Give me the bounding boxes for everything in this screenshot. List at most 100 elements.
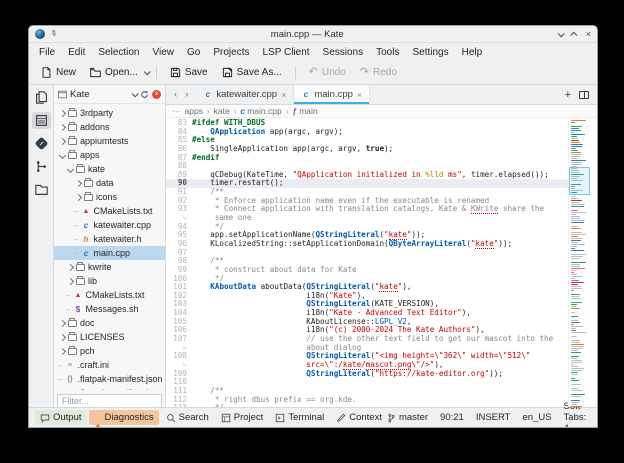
code-line[interactable]: 108 QStringLiteral("<img height=\"362\" … [166, 352, 568, 361]
statusbar-insert[interactable]: INSERT [476, 412, 511, 423]
menu-item-projects[interactable]: Projects [213, 47, 249, 58]
project-refresh-icon[interactable] [140, 90, 149, 99]
tab-close-icon[interactable]: × [357, 90, 362, 100]
tree-item-craft-ini[interactable]: – ≡ .craft.ini [54, 358, 165, 372]
menu-item-sessions[interactable]: Sessions [323, 47, 364, 58]
code-line[interactable]: ↪ same one [166, 214, 568, 223]
tab-forward-button[interactable]: › [185, 89, 188, 100]
chevron-right-icon[interactable] [66, 277, 75, 285]
code-line[interactable]: 86 SingleApplication app(argc, argv, tru… [166, 144, 568, 154]
chevron-right-icon[interactable] [58, 319, 67, 327]
menu-item-view[interactable]: View [153, 47, 175, 58]
tree-item-katewaiter-h[interactable]: – h katewaiter.h [54, 232, 165, 246]
new-button[interactable]: New [35, 65, 82, 80]
code-line[interactable]: 106 i18n("(c) 2000-2024 The Kate Authors… [166, 326, 568, 335]
code-line[interactable]: 100 */ [166, 274, 568, 284]
code-line[interactable]: 111 /** [166, 386, 568, 396]
statusbar-toggle-output[interactable]: Output [35, 410, 87, 425]
code-line[interactable]: 94 */ [166, 222, 568, 232]
statusbar-master[interactable]: master [387, 412, 428, 423]
tree-item-flatpak-manifest-json[interactable]: –{} .flatpak-manifest.json [54, 372, 165, 386]
chevron-right-icon[interactable] [74, 179, 83, 187]
chevron-right-icon[interactable] [58, 347, 67, 355]
tab-katewaiter-cpp[interactable]: c katewaiter.cpp × [196, 85, 295, 104]
code-line[interactable]: 83 #ifdef WITH_DBUS [166, 118, 568, 128]
tool-button-project[interactable] [31, 112, 51, 129]
tree-item-doc[interactable]: doc [54, 316, 165, 330]
tab-close-icon[interactable]: × [281, 90, 286, 100]
code-line[interactable]: 91 /** [166, 187, 568, 197]
tab-back-button[interactable]: ‹ [174, 89, 177, 100]
code-line[interactable]: 87 #endif [166, 153, 568, 163]
code-line-current[interactable]: 90 timer.restart(); [166, 179, 568, 189]
code-line[interactable]: 105 KAboutLicense::LGPL_V2, [166, 317, 568, 327]
project-close-button[interactable]: × [152, 89, 161, 99]
scrollbar-track[interactable] [590, 118, 597, 407]
overflow-icon[interactable]: ⋯ [172, 106, 181, 117]
breadcrumb-item-apps[interactable]: apps [185, 106, 203, 116]
close-button[interactable]: × [586, 29, 591, 39]
statusbar-90-21[interactable]: 90:21 [440, 412, 464, 423]
chevron-down-icon[interactable] [66, 165, 75, 173]
code-line[interactable]: 102 i18n("Kate"), [166, 291, 568, 301]
menu-item-tools[interactable]: Tools [376, 47, 399, 58]
tree-item-addons[interactable]: addons [54, 120, 165, 134]
new-tab-button[interactable]: + [565, 89, 571, 101]
code-line[interactable]: 88 [166, 162, 568, 171]
tree-item-messages-sh[interactable]: – $ Messages.sh [54, 302, 165, 316]
menu-item-settings[interactable]: Settings [412, 47, 448, 58]
menu-item-selection[interactable]: Selection [98, 47, 139, 58]
code-line[interactable]: 103 QStringLiteral(KATE_VERSION), [166, 300, 568, 309]
code-line[interactable]: 96 KLocalizedString::setApplicationDomai… [166, 239, 568, 249]
open-dropdown-icon[interactable] [143, 68, 151, 76]
statusbar-toggle-diagnostics[interactable]: Diagnostics [88, 410, 159, 427]
chevron-right-icon[interactable] [74, 193, 83, 201]
code-line[interactable]: 84 QApplication app(argc, argv); [166, 127, 568, 137]
tree-item-appiumtests[interactable]: appiumtests [54, 134, 165, 148]
minimap-viewport[interactable] [569, 167, 590, 195]
menu-item-go[interactable]: Go [187, 47, 200, 58]
code-view[interactable]: 83 #ifdef WITH_DBUS 84 QApplication app(ar… [166, 118, 568, 407]
menu-item-file[interactable]: File [39, 47, 55, 58]
tree-filter-input[interactable] [57, 393, 162, 407]
code-line[interactable]: 89 qCDebug(KateTime, "QApplication initi… [166, 170, 568, 180]
breadcrumb-item-main-cpp[interactable]: c main.cpp [240, 106, 281, 116]
titlebar[interactable]: ✎ main.cpp — Kate × [29, 26, 597, 43]
tool-button-git[interactable] [32, 135, 51, 152]
tree-item-pch[interactable]: pch [54, 344, 165, 358]
tree-item-cmakelists-txt[interactable]: – ▲ CMakeLists.txt [54, 288, 165, 302]
project-dropdown-icon[interactable] [131, 89, 139, 97]
statusbar-en-us[interactable]: en_US [522, 412, 551, 423]
code-line[interactable]: 107 // use the other text field to get o… [166, 334, 568, 344]
chevron-down-icon[interactable] [58, 151, 67, 159]
tree-item-katewaiter-cpp[interactable]: – c katewaiter.cpp [54, 218, 165, 232]
code-line[interactable]: 95 app.setApplicationName(QStringLiteral… [166, 231, 568, 240]
code-line[interactable]: 112 * right dbus prefix == org.kde. [166, 395, 568, 405]
tree-item-flatpak-manifest-jso[interactable]: –≡.flatpak-manifest.jso [54, 386, 165, 390]
code-line[interactable]: ↪ about dialog [166, 344, 568, 353]
split-view-icon[interactable] [579, 90, 589, 99]
code-line[interactable]: 109 QStringLiteral("https://kate-editor.… [166, 369, 568, 379]
code-line[interactable]: 92 * Enforce application name even if th… [166, 196, 568, 206]
statusbar-toggle-terminal[interactable]: Terminal [270, 410, 329, 425]
menu-item-lsp-client[interactable]: LSP Client [262, 47, 309, 58]
tab-main-cpp[interactable]: c main.cpp × [294, 85, 371, 104]
menu-item-edit[interactable]: Edit [68, 47, 85, 58]
open-button[interactable]: Open... [84, 65, 144, 80]
tree-item-main-cpp[interactable]: – c main.cpp [54, 246, 165, 260]
code-line[interactable]: 101 KAboutData aboutData(QStringLiteral(… [166, 283, 568, 292]
chevron-right-icon[interactable] [58, 109, 67, 117]
minimize-button[interactable] [557, 29, 565, 37]
menu-item-help[interactable]: Help [462, 47, 483, 58]
minimap[interactable] [568, 118, 590, 407]
code-line[interactable]: 85 #else [166, 136, 568, 145]
save-button[interactable]: Save [164, 65, 214, 80]
code-line[interactable]: 93 * Connect application with translatio… [166, 205, 568, 215]
tree-item-lib[interactable]: lib [54, 274, 165, 288]
save-as-button[interactable]: Save As... [216, 65, 288, 80]
tool-button-symbols[interactable] [32, 158, 51, 175]
tree-item-kate[interactable]: kate [54, 162, 165, 176]
tool-button-documents[interactable] [32, 89, 51, 106]
code-line[interactable]: 104 i18n("Kate - Advanced Text Editor"), [166, 308, 568, 318]
tree-item-icons[interactable]: icons [54, 190, 165, 204]
